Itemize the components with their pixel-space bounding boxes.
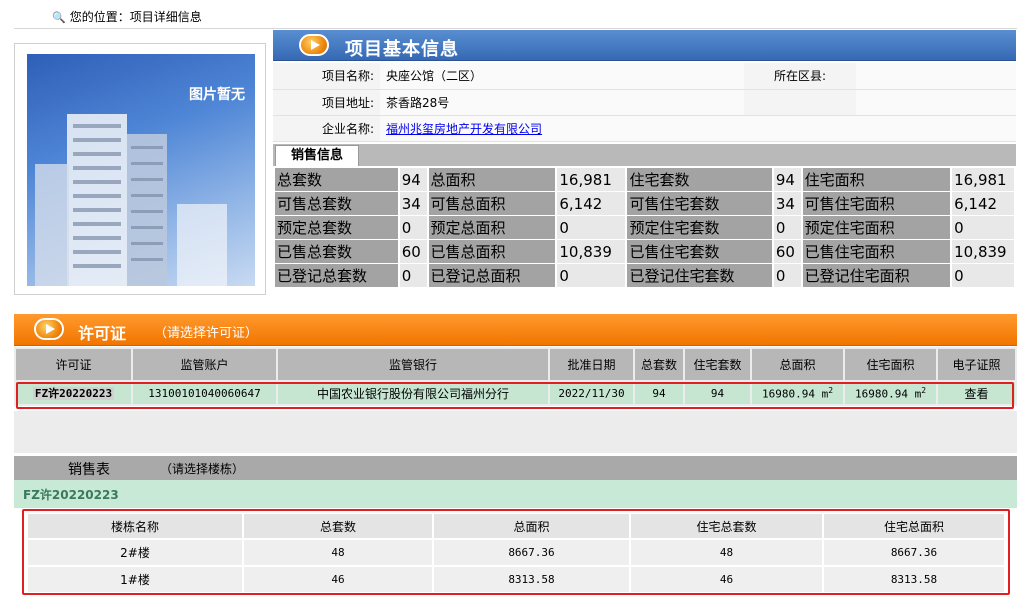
- sales-info-grid: 总套数 94 总面积 16,981 住宅套数 94 住宅面积 16,981 可售总套数 34 可售总…: [273, 167, 1016, 288]
- sales-metric-value: 60: [399, 240, 427, 263]
- company-label: 企业名称:: [273, 115, 380, 142]
- column-header: 许可证: [16, 349, 131, 380]
- sales-metric-value: 10,839: [952, 240, 1014, 263]
- sales-metric-label: 住宅套数: [627, 168, 772, 191]
- permit-blank-area: [14, 411, 1017, 453]
- sales-metric-label: 已售总面积: [428, 240, 556, 263]
- sales-metric-value: 0: [557, 216, 626, 239]
- empty-cell: [856, 89, 1016, 116]
- column-header: 住宅套数: [685, 349, 750, 380]
- sales-metric-label: 总套数: [275, 168, 398, 191]
- sales-metric-label: 可售住宅套数: [627, 192, 772, 215]
- sales-metric-label: 预定总面积: [428, 216, 556, 239]
- sales-table-hint: （请选择楼栋）: [160, 462, 245, 476]
- building-table-highlight: [22, 509, 1010, 595]
- play-arrow-icon: [34, 318, 64, 340]
- sales-metric-value: 0: [952, 216, 1014, 239]
- project-address-label: 项目地址:: [273, 89, 380, 116]
- sales-info-row: 可售总套数 34 可售总面积 6,142 可售住宅套数 34 可售住宅面积 6,142: [275, 192, 1014, 215]
- sales-metric-value: 34: [773, 192, 801, 215]
- sales-metric-value: 0: [557, 264, 626, 287]
- sales-info-tab-bar: 销售信息: [273, 144, 1016, 166]
- project-info-title: 项目基本信息: [345, 39, 459, 60]
- district-label: 所在区县:: [744, 63, 856, 90]
- permit-section-header: 许可证 （请选择许可证）: [14, 314, 1017, 346]
- location-pin-icon: 🔍: [52, 11, 66, 24]
- sales-metric-label: 已登记总面积: [428, 264, 556, 287]
- building-permit-bar: FZ许20220223: [14, 480, 1017, 508]
- project-info-table: 项目名称: 央座公馆（二区） 所在区县: 项目地址: 茶香路28号 企业名称: …: [273, 63, 1016, 142]
- sales-metric-label: 已登记住宅套数: [627, 264, 772, 287]
- project-photo: 图片暂无: [27, 54, 255, 286]
- sales-metric-label: 预定总套数: [275, 216, 398, 239]
- divider: [14, 28, 1017, 29]
- sales-table-bar: 销售表 （请选择楼栋）: [14, 456, 1017, 480]
- empty-cell: [744, 89, 856, 116]
- sales-metric-label: 预定住宅面积: [802, 216, 951, 239]
- company-link[interactable]: 福州兆玺房地产开发有限公司: [386, 122, 542, 136]
- company-value: 福州兆玺房地产开发有限公司: [380, 115, 1016, 142]
- column-header: 总面积: [752, 349, 843, 380]
- sales-metric-label: 已登记总套数: [275, 264, 398, 287]
- permit-header-row: 许可证 监管账户 监管银行 批准日期 总套数 住宅套数 总面积 住宅面积 电子证…: [16, 349, 1015, 380]
- column-header: 住宅面积: [845, 349, 936, 380]
- info-row: 企业名称: 福州兆玺房地产开发有限公司: [273, 115, 1016, 142]
- breadcrumb: 🔍 您的位置：项目详细信息: [52, 8, 202, 26]
- sales-metric-value: 6,142: [952, 192, 1014, 215]
- sales-metric-value: 94: [399, 168, 427, 191]
- project-info-header: 项目基本信息: [273, 30, 1016, 61]
- permit-row-highlight: [16, 382, 1014, 409]
- sales-metric-value: 0: [952, 264, 1014, 287]
- sales-metric-label: 已售总套数: [275, 240, 398, 263]
- district-value: [856, 63, 1016, 90]
- photo-placeholder-caption: 图片暂无: [189, 87, 245, 103]
- sales-info-row: 已登记总套数 0 已登记总面积 0 已登记住宅套数 0 已登记住宅面积 0: [275, 264, 1014, 287]
- column-header: 监管银行: [278, 349, 548, 380]
- sales-table-label: 销售表: [68, 462, 110, 478]
- breadcrumb-prefix: 您的位置：: [69, 10, 130, 24]
- project-photo-frame: 图片暂无: [14, 43, 266, 295]
- sales-metric-value: 10,839: [557, 240, 626, 263]
- play-arrow-icon: [299, 34, 329, 56]
- sales-metric-value: 0: [399, 264, 427, 287]
- column-header: 监管账户: [133, 349, 276, 380]
- project-name-value: 央座公馆（二区）: [380, 63, 744, 90]
- sales-metric-value: 0: [399, 216, 427, 239]
- column-header: 电子证照: [938, 349, 1015, 380]
- sales-metric-value: 0: [773, 216, 801, 239]
- sales-metric-label: 总面积: [428, 168, 556, 191]
- sales-metric-label: 可售总面积: [428, 192, 556, 215]
- sales-metric-label: 已售住宅套数: [627, 240, 772, 263]
- sales-metric-label: 可售住宅面积: [802, 192, 951, 215]
- sales-metric-value: 16,981: [557, 168, 626, 191]
- sales-info-row: 总套数 94 总面积 16,981 住宅套数 94 住宅面积 16,981: [275, 168, 1014, 191]
- sales-metric-value: 94: [773, 168, 801, 191]
- project-address-value: 茶香路28号: [380, 89, 744, 116]
- sales-metric-label: 已售住宅面积: [802, 240, 951, 263]
- column-header: 批准日期: [550, 349, 633, 380]
- sales-info-row: 预定总套数 0 预定总面积 0 预定住宅套数 0 预定住宅面积 0: [275, 216, 1014, 239]
- sales-info-row: 已售总套数 60 已售总面积 10,839 已售住宅套数 60 已售住宅面积 10,839: [275, 240, 1014, 263]
- sales-metric-value: 34: [399, 192, 427, 215]
- breadcrumb-current: 项目详细信息: [129, 10, 202, 24]
- sales-metric-label: 可售总套数: [275, 192, 398, 215]
- tab-sales-info[interactable]: 销售信息: [275, 145, 359, 166]
- permit-section-hint: （请选择许可证）: [154, 326, 259, 341]
- sales-metric-label: 已登记住宅面积: [802, 264, 951, 287]
- permit-section-title: 许可证: [78, 324, 127, 343]
- column-header: 总套数: [635, 349, 683, 380]
- sales-metric-value: 16,981: [952, 168, 1014, 191]
- sales-metric-label: 预定住宅套数: [627, 216, 772, 239]
- project-name-label: 项目名称:: [273, 63, 380, 90]
- sales-metric-value: 0: [773, 264, 801, 287]
- sales-metric-value: 6,142: [557, 192, 626, 215]
- info-row: 项目地址: 茶香路28号: [273, 89, 1016, 116]
- building-permit-id: FZ许20220223: [23, 488, 119, 502]
- sales-metric-label: 住宅面积: [802, 168, 951, 191]
- sales-metric-value: 60: [773, 240, 801, 263]
- info-row: 项目名称: 央座公馆（二区） 所在区县:: [273, 63, 1016, 90]
